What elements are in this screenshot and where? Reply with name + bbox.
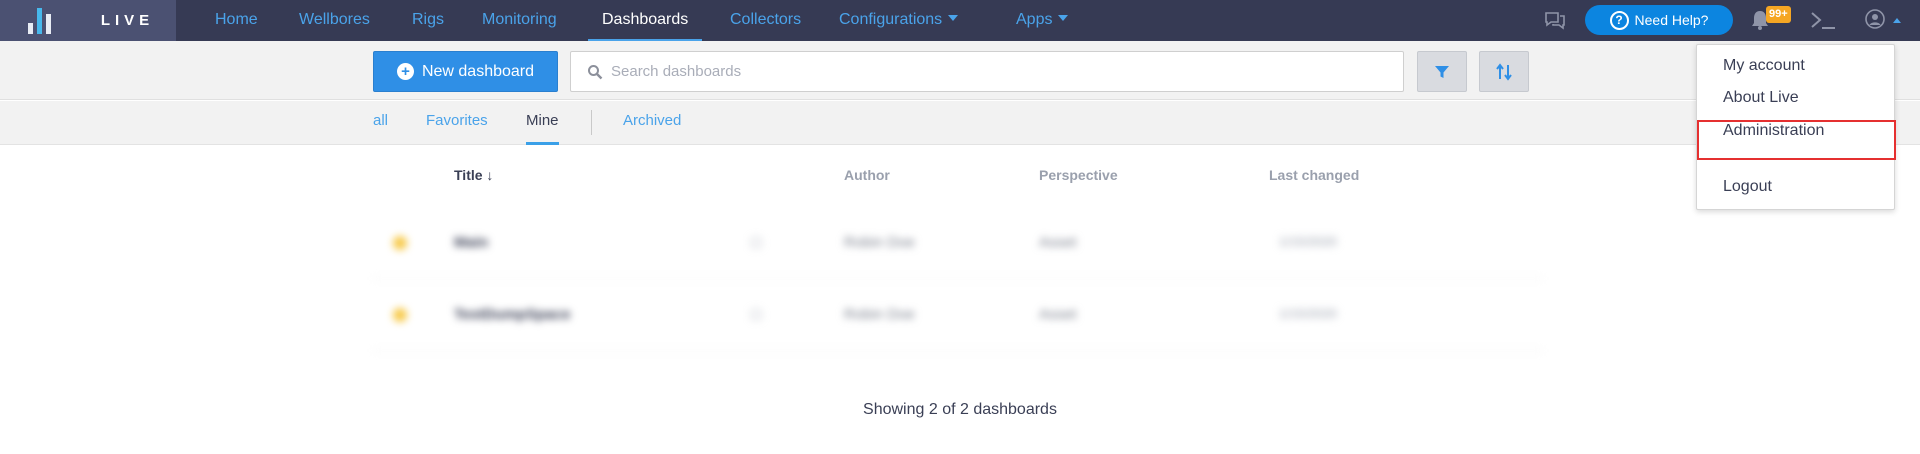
nav-apps[interactable]: Apps — [1016, 0, 1069, 41]
search-box[interactable] — [570, 51, 1404, 92]
filter-icon — [1435, 65, 1449, 78]
row-last-changed: 1/15/2020 — [1279, 234, 1337, 249]
search-icon — [588, 65, 603, 80]
tab-favorites[interactable]: Favorites — [426, 101, 488, 145]
need-help-label: Need Help? — [1634, 12, 1709, 28]
sort-icon — [1496, 62, 1512, 81]
row-last-changed: 1/15/2020 — [1279, 306, 1337, 321]
search-input[interactable] — [611, 52, 1391, 91]
chat-icon[interactable] — [1543, 10, 1567, 30]
menu-item-logout[interactable]: Logout — [1723, 178, 1772, 196]
table-header: Title ↓ Author Perspective Last changed — [373, 155, 1543, 195]
sort-button[interactable] — [1479, 51, 1529, 92]
menu-item-my-account[interactable]: My account — [1723, 57, 1805, 75]
nav-home[interactable]: Home — [215, 0, 258, 41]
column-author[interactable]: Author — [844, 167, 890, 183]
column-last-changed[interactable]: Last changed — [1269, 167, 1359, 183]
nav-configurations[interactable]: Configurations — [839, 0, 959, 41]
plus-icon: + — [396, 63, 414, 80]
new-dashboard-button[interactable]: + New dashboard — [373, 51, 558, 92]
tab-mine[interactable]: Mine — [526, 101, 559, 145]
row-author: Robin Doe — [844, 234, 915, 251]
user-icon[interactable] — [1865, 9, 1885, 29]
dashboard-filter-tabs: all Favorites Mine Archived — [0, 101, 1920, 145]
row-perspective: Asset — [1039, 306, 1077, 323]
row-lock-icon: ▢ — [750, 306, 763, 321]
table-row[interactable]: Main ▢ Robin Doe Asset 1/15/2020 — [373, 207, 1543, 279]
row-title[interactable]: TestDumpSpace — [454, 306, 570, 323]
showing-count-text: Showing 2 of 2 dashboards — [863, 401, 1057, 418]
brand-name[interactable]: LIVE — [79, 0, 176, 41]
terminal-icon[interactable] — [1809, 9, 1837, 31]
row-author: Robin Doe — [844, 306, 915, 323]
column-perspective[interactable]: Perspective — [1039, 167, 1118, 183]
top-navbar: LIVE Home Wellbores Rigs Monitoring Dash… — [0, 0, 1920, 41]
nav-dashboards[interactable]: Dashboards — [588, 0, 703, 41]
favorite-star-icon[interactable] — [393, 308, 407, 322]
new-dashboard-label: New dashboard — [421, 62, 535, 80]
dashboards-toolbar: + New dashboard — [0, 41, 1920, 100]
tab-divider — [591, 110, 592, 135]
tab-all[interactable]: all — [373, 101, 388, 145]
nav-apps-label: Apps — [1016, 11, 1053, 28]
menu-item-about-live[interactable]: About Live — [1723, 89, 1799, 107]
row-title[interactable]: Main — [454, 234, 488, 251]
nav-rigs[interactable]: Rigs — [412, 0, 444, 41]
help-icon: ? — [1609, 10, 1629, 30]
column-title[interactable]: Title ↓ — [454, 167, 493, 183]
chevron-down-icon — [948, 14, 959, 21]
tab-archived[interactable]: Archived — [623, 101, 681, 145]
row-lock-icon: ▢ — [750, 234, 763, 249]
row-perspective: Asset — [1039, 234, 1077, 251]
table-row[interactable]: TestDumpSpace ▢ Robin Doe Asset 1/15/202… — [373, 279, 1543, 351]
logo[interactable] — [0, 0, 79, 41]
nav-monitoring[interactable]: Monitoring — [482, 0, 557, 41]
nav-wellbores[interactable]: Wellbores — [299, 0, 370, 41]
nav-collectors[interactable]: Collectors — [730, 0, 801, 41]
chevron-down-icon — [1058, 14, 1069, 21]
nav-configurations-label: Configurations — [839, 11, 943, 28]
notification-count-badge: 99+ — [1766, 6, 1791, 23]
chevron-up-icon[interactable] — [1893, 18, 1901, 23]
user-menu-dropdown: My account About Live Administration Log… — [1696, 44, 1896, 210]
filter-button[interactable] — [1417, 51, 1467, 92]
logo-bars-icon — [28, 7, 51, 34]
need-help-button[interactable]: ? Need Help? — [1585, 5, 1733, 35]
menu-item-administration[interactable]: Administration — [1723, 122, 1824, 140]
favorite-star-icon[interactable] — [393, 236, 407, 250]
